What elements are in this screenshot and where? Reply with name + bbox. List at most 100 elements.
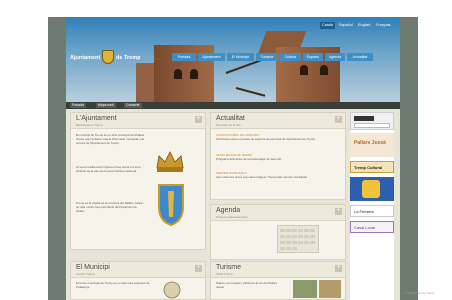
- ajuntament-subtitle: Benvinguts a Tremp: [76, 123, 103, 127]
- calendar-day[interactable]: [310, 229, 315, 232]
- nav-agenda[interactable]: Agenda: [325, 53, 345, 61]
- panel-header: L'Ajuntament Benvinguts a Tremp +: [71, 113, 205, 129]
- news-text: Avís sobre les obres a la xarxa d'aigua …: [216, 175, 308, 179]
- crumb-contacte[interactable]: Contacte: [124, 103, 142, 108]
- calendar-day[interactable]: [286, 241, 291, 244]
- ajuntament-panel: L'Ajuntament Benvinguts a Tremp + El mun…: [70, 112, 206, 250]
- calendar-day[interactable]: [280, 235, 285, 238]
- expand-plus-icon[interactable]: +: [195, 265, 202, 272]
- calendar-day[interactable]: [280, 247, 285, 250]
- calendar-day[interactable]: [292, 247, 297, 250]
- site-title[interactable]: Ajuntament: [70, 55, 100, 61]
- calendar-day[interactable]: [298, 235, 303, 238]
- municipi-text: El terme municipal de Tremp és un dels m…: [76, 281, 150, 289]
- ajuntament-paragraph-3: Tremp és la capital de la comarca del Pa…: [76, 201, 144, 213]
- calendar-day[interactable]: [286, 235, 291, 238]
- agenda-calendar[interactable]: [277, 225, 319, 253]
- ajuntament-paragraph-1: El municipi de Tremp és un dels municipi…: [76, 133, 145, 145]
- calendar-day[interactable]: [286, 247, 291, 250]
- agenda-title[interactable]: Agenda: [216, 207, 240, 214]
- badge-logo-icon: [362, 180, 380, 198]
- ad-banner-blue-logo[interactable]: [350, 177, 394, 201]
- footer-credits: © Ajuntament de Tremp: [405, 291, 435, 295]
- calendar-day[interactable]: [280, 229, 285, 232]
- monument-photo[interactable]: [319, 280, 341, 298]
- tower-window: [320, 65, 328, 75]
- site-title-suffix[interactable]: de Tremp: [116, 55, 140, 61]
- actualitat-title[interactable]: Actualitat: [216, 115, 245, 122]
- turisme-subtitle: Visita Tremp: [216, 272, 233, 276]
- expand-plus-icon[interactable]: +: [335, 116, 342, 123]
- search-logo-icon: [354, 116, 374, 121]
- turisme-text: Natura, art romànic i patrimoni al cor d…: [216, 281, 278, 289]
- ajuntament-title[interactable]: L'Ajuntament: [76, 115, 117, 122]
- panel-header: Agenda Propers esdeveniments +: [211, 205, 345, 221]
- ad-banner-la-ferreria[interactable]: La Ferreria: [350, 205, 394, 217]
- tremp-shield-icon: [158, 184, 184, 227]
- lang-francais[interactable]: Français: [374, 22, 393, 29]
- nav-portada[interactable]: Portada: [172, 53, 196, 61]
- search-input[interactable]: [354, 123, 390, 128]
- calendar-day[interactable]: [298, 229, 303, 232]
- tree-branch: [235, 87, 266, 97]
- calendar-day[interactable]: [304, 241, 309, 244]
- municipi-title[interactable]: El Municipi: [76, 264, 110, 271]
- actualitat-panel: Actualitat Novetats de la vila + CONVOCA…: [210, 112, 346, 200]
- ad-label: Casal Local: [354, 225, 375, 230]
- sidebar-ads: Pallars Jussà Tremp Cultural La Ferreria…: [350, 112, 394, 300]
- landscape-photo[interactable]: [293, 280, 317, 298]
- ad-label: Tremp Cultural: [354, 165, 383, 170]
- ajuntament-paragraph-2: A l'escut tradicional hi figura el braç …: [76, 165, 142, 173]
- calendar-day[interactable]: [286, 229, 291, 232]
- calendar-day[interactable]: [292, 229, 297, 232]
- calendar-day[interactable]: [304, 235, 309, 238]
- municipi-subtitle: Coneix Tremp: [76, 272, 95, 276]
- nav-el-municipi[interactable]: El Municipi: [227, 53, 254, 61]
- municipi-panel: El Municipi Coneix Tremp + El terme muni…: [70, 261, 206, 300]
- panel-header: El Municipi Coneix Tremp +: [71, 262, 205, 278]
- crumb-mapa-web[interactable]: Mapa web: [96, 103, 116, 108]
- website: Ajuntament de Tremp Català Español Engli…: [66, 17, 400, 300]
- calendar-day[interactable]: [292, 241, 297, 244]
- lang-english[interactable]: English: [356, 22, 372, 29]
- calendar-day[interactable]: [310, 241, 315, 244]
- ad-banner-casal[interactable]: Casal Local: [350, 221, 394, 233]
- tower-window: [174, 69, 182, 79]
- calendar-day[interactable]: [298, 241, 303, 244]
- nav-esports[interactable]: Esports: [303, 53, 323, 61]
- calendar-day[interactable]: [310, 235, 315, 238]
- tower-window: [190, 69, 198, 79]
- news-text: Informació sobre el procés de selecció d…: [216, 137, 316, 141]
- tower-window: [300, 65, 308, 75]
- calendar-day[interactable]: [304, 229, 309, 232]
- calendar-day[interactable]: [280, 241, 285, 244]
- breadcrumb: [66, 102, 400, 109]
- turisme-title[interactable]: Turisme: [216, 264, 241, 271]
- crown-crest-icon: [156, 151, 184, 172]
- nav-actualitat[interactable]: Actualitat: [347, 53, 373, 61]
- ad-label: La Ferreria: [354, 209, 374, 214]
- ad-banner-pallars[interactable]: Pallars Jussà: [350, 133, 394, 157]
- village-emblem-icon: [163, 281, 181, 299]
- search-box[interactable]: [350, 112, 394, 130]
- nav-turisme[interactable]: Turisme: [256, 53, 278, 61]
- nav-ajuntament[interactable]: Ajuntament: [198, 53, 225, 61]
- expand-plus-icon[interactable]: +: [335, 208, 342, 215]
- expand-plus-icon[interactable]: +: [335, 265, 342, 272]
- header-banner: Ajuntament de Tremp Català Español Engli…: [66, 17, 400, 102]
- lang-espanol[interactable]: Español: [337, 22, 355, 29]
- lang-catala[interactable]: Català: [320, 22, 335, 29]
- turisme-panel: Turisme Visita Tremp + Natura, art romàn…: [210, 261, 346, 300]
- nav-cultura[interactable]: Cultura: [280, 53, 301, 61]
- ad-banner-tremp-cultural[interactable]: Tremp Cultural: [350, 161, 394, 173]
- crumb-portada[interactable]: Portada: [70, 103, 86, 108]
- news-text: Programa dels actes de la Festa Major de…: [216, 157, 282, 161]
- panel-header: Actualitat Novetats de la vila +: [211, 113, 345, 129]
- agenda-subtitle: Propers esdeveniments: [216, 215, 248, 219]
- ad-label: Pallars Jussà: [354, 140, 386, 146]
- expand-plus-icon[interactable]: +: [195, 116, 202, 123]
- panel-header: Turisme Visita Tremp +: [211, 262, 345, 278]
- agenda-panel: Agenda Propers esdeveniments +: [210, 204, 346, 260]
- calendar-day[interactable]: [292, 235, 297, 238]
- tremp-coat-of-arms-icon[interactable]: [102, 50, 114, 64]
